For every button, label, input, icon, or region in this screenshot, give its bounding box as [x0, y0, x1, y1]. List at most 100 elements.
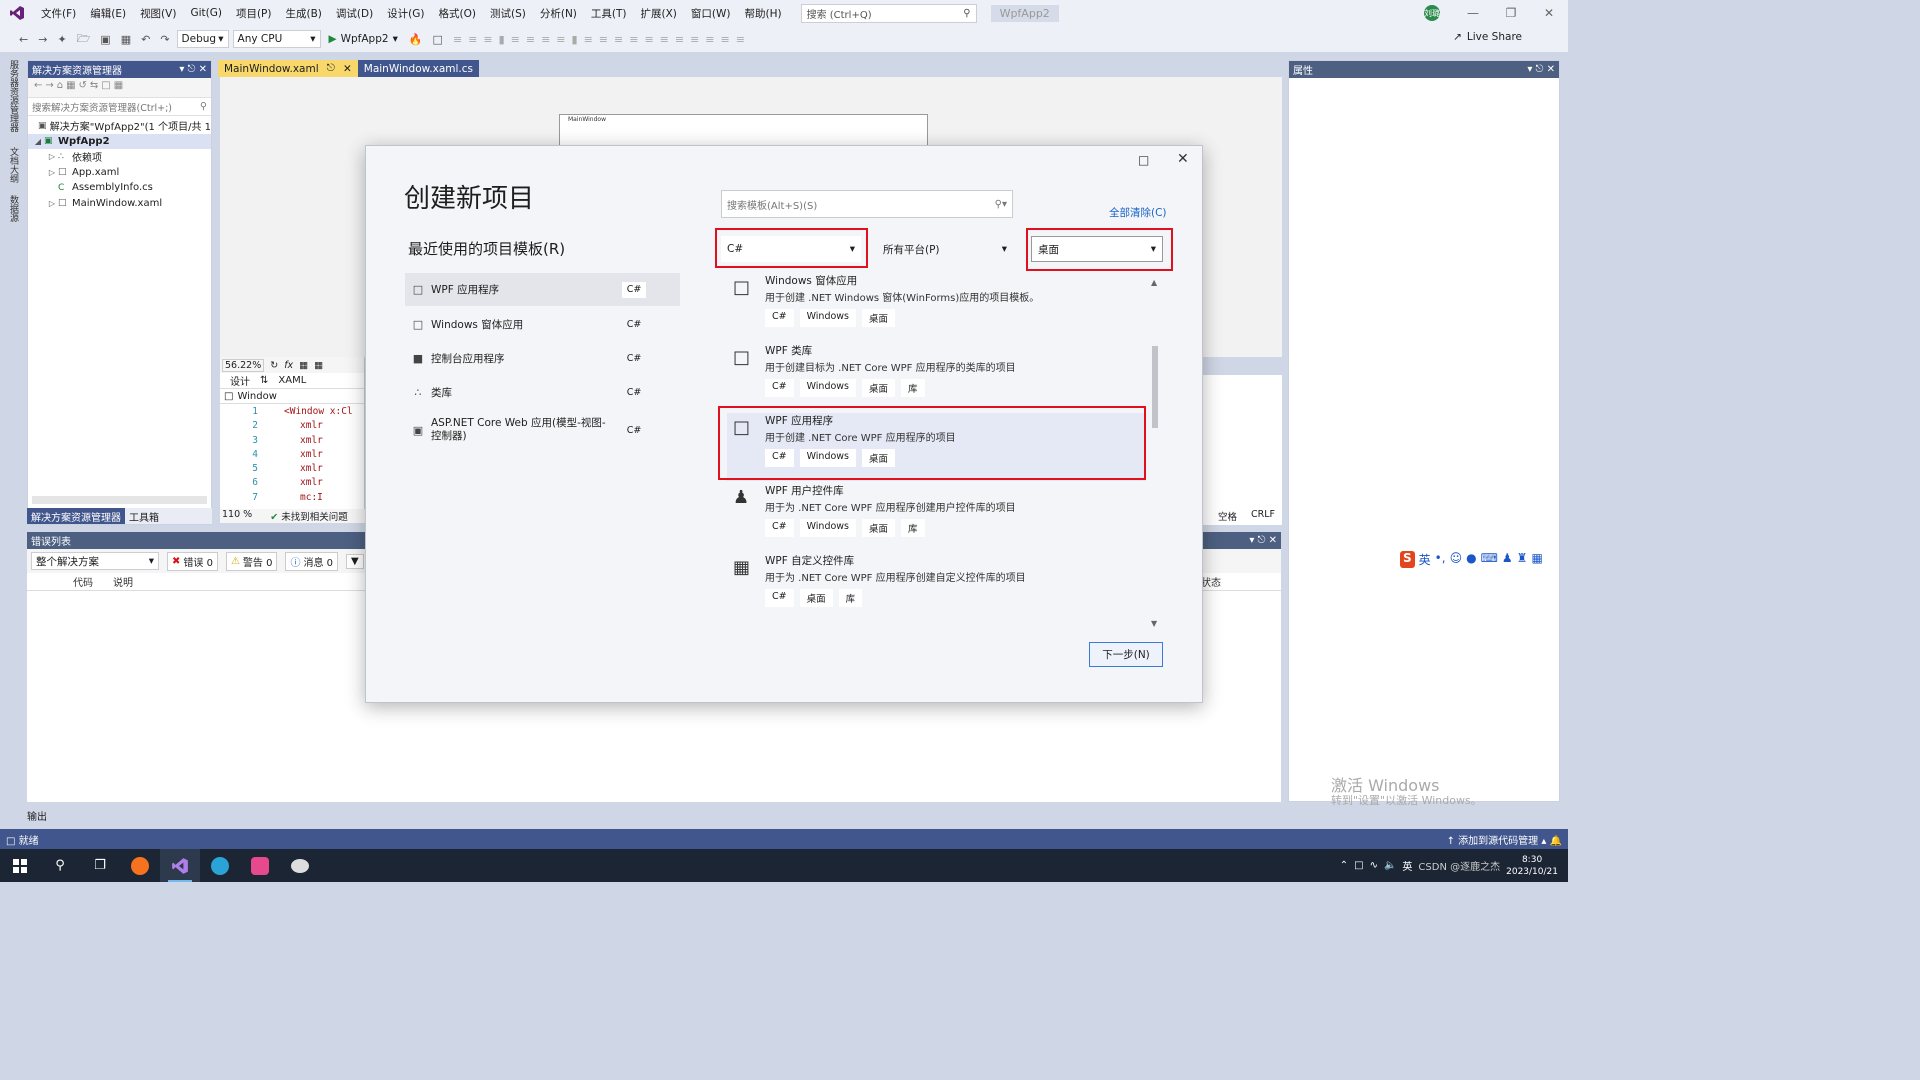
column-state[interactable]: 状态	[1201, 574, 1281, 589]
ime-mic-icon[interactable]: ●	[1466, 551, 1476, 568]
maximize-icon[interactable]: □	[1138, 153, 1149, 167]
volume-icon[interactable]: 🔈	[1384, 860, 1396, 871]
scroll-up-icon[interactable]: ▲	[1151, 278, 1157, 287]
ime-grid-icon[interactable]: ▦	[1531, 551, 1542, 568]
open-folder-icon[interactable]: 🗁	[74, 30, 94, 49]
menu-build[interactable]: 生成(B)	[278, 6, 328, 21]
ime-punct-icon[interactable]: •,	[1435, 551, 1446, 568]
screenshot-icon[interactable]: □	[430, 33, 446, 46]
pin-icon[interactable]: ⎋	[327, 62, 335, 75]
taskbar-search-icon[interactable]: ⚲	[40, 849, 80, 882]
filter-button[interactable]: ▼	[346, 553, 364, 569]
indent-mode[interactable]: 空格	[1218, 509, 1237, 524]
menu-view[interactable]: 视图(V)	[133, 6, 183, 21]
tree-item-dependencies[interactable]: ▷ ∴ 依赖项	[28, 149, 211, 165]
avatar[interactable]: 刘璐	[1424, 5, 1440, 21]
column-description[interactable]: 说明	[113, 574, 213, 589]
configuration-select[interactable]: Debug ▾	[176, 30, 229, 48]
xaml-tab[interactable]: XAML	[278, 375, 306, 386]
zoom-select[interactable]: 56.22%	[222, 358, 265, 372]
tree-item-app-xaml[interactable]: ▷ □ App.xaml	[28, 165, 211, 181]
collapse-arrow-icon[interactable]: ◢	[32, 137, 44, 146]
tree-item-solution[interactable]: ▣ 解决方案"WpfApp2"(1 个项目/共 1	[28, 118, 211, 134]
menu-tools[interactable]: 工具(T)	[584, 6, 634, 21]
menu-file[interactable]: 文件(F)	[34, 6, 83, 21]
next-button[interactable]: 下一步(N)	[1089, 642, 1163, 667]
server-explorer-tab[interactable]: 服务器资源管理器	[7, 60, 20, 132]
wifi-icon[interactable]: ∿	[1370, 860, 1378, 871]
expand-arrow-icon[interactable]: ▷	[46, 152, 58, 161]
column-code[interactable]: 代码	[73, 574, 113, 589]
new-project-icon[interactable]: ✦	[54, 33, 69, 46]
menu-format[interactable]: 格式(O)	[432, 6, 483, 21]
ime-lang[interactable]: 英	[1419, 551, 1431, 568]
grid-icon[interactable]: ▦	[299, 360, 308, 371]
minimize-button[interactable]: —	[1454, 6, 1492, 20]
expand-arrow-icon[interactable]: ▷	[46, 168, 58, 177]
scroll-down-icon[interactable]: ▼	[1151, 619, 1157, 628]
template-wpf-class-library[interactable]: □ WPF 类库 用于创建目标为 .NET Core WPF 应用程序的类库的项…	[727, 343, 1145, 411]
menu-design[interactable]: 设计(G)	[380, 6, 431, 21]
snap-icon[interactable]: ▦	[314, 360, 323, 371]
recent-template-aspnet-mvc[interactable]: ▣ ASP.NET Core Web 应用(模型-视图-控制器) C#	[405, 412, 680, 448]
start-debugging-button[interactable]: ▶ WpfApp2 ▾	[325, 33, 402, 45]
menu-extensions[interactable]: 扩展(X)	[634, 6, 684, 21]
visual-studio-logo-icon[interactable]	[0, 0, 34, 26]
tree-item-project[interactable]: ◢ ▣ WpfApp2	[28, 133, 211, 149]
tray-chevron-icon[interactable]: ⌃	[1340, 860, 1348, 871]
start-button[interactable]	[0, 849, 40, 882]
recent-template-wpf-app[interactable]: □ WPF 应用程序 C#	[405, 273, 680, 306]
ime-keyboard-icon[interactable]: ⌨	[1481, 551, 1498, 568]
menu-help[interactable]: 帮助(H)	[737, 6, 788, 21]
code-zoom-select[interactable]: 110 %	[222, 509, 252, 523]
template-wpf-user-control-library[interactable]: ♟ WPF 用户控件库 用于为 .NET Core WPF 应用程序创建用户控件…	[727, 483, 1145, 551]
visual-studio-taskbar-icon[interactable]	[160, 849, 200, 882]
menu-edit[interactable]: 编辑(E)	[83, 6, 133, 21]
line-ending[interactable]: CRLF	[1251, 509, 1275, 524]
edge-icon[interactable]	[200, 849, 240, 882]
firefox-icon[interactable]	[120, 849, 160, 882]
output-tab[interactable]: 输出	[27, 808, 47, 823]
template-search-input[interactable]: 搜索模板(Alt+S)(S) ⚲▾	[721, 190, 1013, 218]
design-tab[interactable]: 设计	[230, 373, 250, 388]
menu-window[interactable]: 窗口(W)	[684, 6, 738, 21]
recent-template-console[interactable]: ■ 控制台应用程序 C#	[405, 342, 680, 374]
undo-icon[interactable]: ↶	[138, 33, 153, 46]
menu-test[interactable]: 测试(S)	[483, 6, 533, 21]
save-icon[interactable]: ▣	[97, 33, 113, 46]
template-winforms[interactable]: □ Windows 窗体应用 用于创建 .NET Windows 窗体(WinF…	[727, 275, 1145, 341]
swap-icon[interactable]: ⇅	[260, 375, 268, 386]
panel-controls[interactable]: ▾ ⎋ ✕	[1527, 64, 1555, 75]
tree-item-assemblyinfo[interactable]: C AssemblyInfo.cs	[28, 180, 211, 196]
ime-toolbar[interactable]: S 英 •, ☺ ● ⌨ ♟ ♜ ▦	[1400, 551, 1543, 568]
global-search-input[interactable]: 搜索 (Ctrl+Q) ⚲	[800, 3, 977, 23]
tree-item-mainwindow[interactable]: ▷ □ MainWindow.xaml	[28, 196, 211, 212]
template-wpf-custom-control-library[interactable]: ▦ WPF 自定义控件库 用于为 .NET Core WPF 应用程序创建自定义…	[727, 553, 1145, 621]
close-icon[interactable]: ✕	[1177, 151, 1189, 167]
add-to-source-control[interactable]: ↑ 添加到源代码管理 ▴ 🔔	[1447, 832, 1562, 847]
platform-select[interactable]: Any CPU ▾	[232, 30, 321, 48]
code-lines[interactable]: 1 <Window x:Cl 2 xmlr 3 xmlr 4 xmlr 5 xmlr 6x…	[220, 404, 364, 506]
errors-filter-button[interactable]: ✖ 错误 0	[167, 551, 218, 571]
save-all-icon[interactable]: ▦	[118, 33, 134, 46]
tab-solution-explorer[interactable]: 解决方案资源管理器	[27, 508, 125, 524]
live-share-button[interactable]: ↗ Live Share	[1453, 31, 1522, 43]
menu-git[interactable]: Git(G)	[183, 7, 229, 19]
tray-ime-lang[interactable]: 英	[1402, 858, 1412, 873]
bird-app-icon[interactable]	[280, 849, 320, 882]
back-icon[interactable]: ←	[16, 33, 31, 46]
platform-filter-select[interactable]: 所有平台(P) ▾	[877, 236, 1013, 262]
hot-reload-icon[interactable]: 🔥	[406, 33, 426, 46]
menu-project[interactable]: 项目(P)	[229, 6, 279, 21]
close-icon[interactable]: ✕	[343, 63, 352, 75]
redo-icon[interactable]: ↷	[157, 33, 172, 46]
recent-template-winforms[interactable]: □ Windows 窗体应用 C#	[405, 308, 680, 340]
ime-emoji-icon[interactable]: ☺	[1450, 551, 1463, 568]
recent-template-class-library[interactable]: ∴ 类库 C#	[405, 376, 680, 408]
pink-app-icon[interactable]	[240, 849, 280, 882]
panel-controls[interactable]: ▾ ⎋ ✕	[179, 64, 207, 75]
refresh-icon[interactable]: ↻	[270, 360, 278, 371]
restore-button[interactable]: ❐	[1492, 6, 1530, 20]
ime-skin-icon[interactable]: ♜	[1517, 551, 1528, 568]
tab-mainwindow-xaml-cs[interactable]: MainWindow.xaml.cs	[357, 60, 479, 77]
